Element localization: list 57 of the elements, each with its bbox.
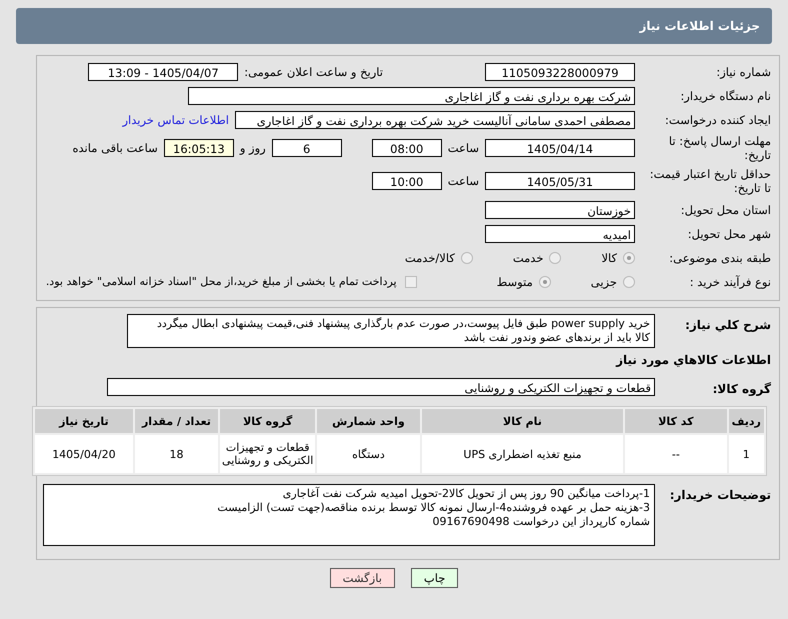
field-label: نوع فرآیند خرید : <box>688 274 771 288</box>
table-cell: منبع تغذیه اضطراری UPS <box>422 435 624 473</box>
field-label: گروه کالا: <box>712 382 771 396</box>
city-field: امیدیه <box>485 224 635 242</box>
deadline-date-field: 1405/04/14 <box>485 139 635 157</box>
need-number-field: 1105093228000979 <box>485 62 635 80</box>
creator-field: مصطفی احمدی سامانی آنالیست خرید شرکت بهره برداری نفت و گاز اغاجاری <box>235 110 635 128</box>
buyer-contact-link[interactable]: اطلاعات تماس خریدار <box>122 112 229 126</box>
column-header: نام کالا <box>422 409 624 433</box>
table-cell: دستگاه <box>317 435 420 473</box>
column-header: کد کالا <box>625 409 727 433</box>
page-title: جزئیات اطلاعات نیاز <box>639 19 760 33</box>
goods-group-field: قطعات و تجهیزات الکتریکی و روشنایی <box>107 378 655 396</box>
column-header: تاریخ نیاز <box>35 409 133 433</box>
buyer-org-field: شرکت بهره برداری نفت و گاز اغاجاری <box>188 86 635 104</box>
table-cell: -- <box>625 435 727 473</box>
print-button[interactable]: چاپ <box>410 568 458 588</box>
category-radio[interactable]: کالا <box>601 250 635 264</box>
field-label: حداقل تاریخ اعتبار قیمت: تا تاریخ: <box>648 167 771 195</box>
deadline-time-field: 08:00 <box>372 139 442 157</box>
field-label: شماره نیاز: <box>715 64 771 78</box>
province-field: خوزستان <box>485 200 635 218</box>
field-label: طبقه بندی موضوعی: <box>668 250 771 264</box>
validity-time-field: 10:00 <box>372 172 442 190</box>
field-label: شهر محل تحویل: <box>686 226 771 240</box>
buyer-notes-field: 1-پرداخت میانگین 90 روز پس از تحویل کالا2-تحویل امیدیه شرکت نفت آغاجاری 3-هزینه حمل بر عهده فروشنده4-ارسال نمونه کالا توسط برنده مناقصه(جهت تست) الزامیست شماره کارپرداز این درخواست 09167690498 <box>43 484 655 546</box>
section-heading: اطلاعات کالاهاي مورد نياز <box>614 353 771 367</box>
field-label: تاریخ و ساعت اعلان عمومی: <box>244 64 383 78</box>
column-header: تعداد / مقدار <box>134 409 218 433</box>
table-cell: 18 <box>134 435 218 473</box>
remaining-time-field: 16:05:13 <box>164 139 234 157</box>
validity-date-field: 1405/05/31 <box>485 172 635 190</box>
remaining-label: ساعت باقی مانده <box>72 141 158 155</box>
field-label: شرح کلي نياز: <box>684 318 771 332</box>
field-label: استان محل تحویل: <box>680 202 771 216</box>
field-label: مهلت ارسال پاسخ: تا تاریخ: <box>668 134 771 162</box>
description-field: خرید power supply طبق فایل پیوست،در صورت عدم بارگذاری پیشنهاد فنی،قیمت پیشنهادی ابطال میگردد کالا باید از برندهای عضو وندور نفت باشد <box>127 314 655 348</box>
column-header: ردیف <box>728 409 764 433</box>
days-label: روز و <box>240 141 266 155</box>
time-label: ساعت <box>448 174 479 188</box>
field-label: ایجاد کننده درخواست: <box>664 112 771 126</box>
category-radio[interactable]: خدمت <box>512 250 562 264</box>
field-label: نام دستگاه خریدار: <box>679 88 771 102</box>
payment-checkbox[interactable]: پرداخت تمام یا بخشی از مبلغ خرید،از محل "اسناد خزانه اسلامی" خواهد بود. <box>46 275 417 288</box>
process-radio[interactable]: متوسط <box>496 274 551 288</box>
field-label: توضیحات خریدار: <box>668 488 771 502</box>
back-button[interactable]: بازگشت <box>330 568 395 588</box>
announce-date-field: 1405/04/07 - 13:09 <box>88 62 238 80</box>
table-cell: 1405/04/20 <box>35 435 133 473</box>
process-radio[interactable]: جزیی <box>590 274 635 288</box>
column-header: واحد شمارش <box>317 409 420 433</box>
days-field: 6 <box>272 139 342 157</box>
category-radio[interactable]: کالا/خدمت <box>404 250 473 264</box>
time-label: ساعت <box>448 141 479 155</box>
column-header: گروه کالا <box>220 409 316 433</box>
table-cell: قطعات و تجهیزات الکتریکی و روشنایی <box>220 435 316 473</box>
table-cell: 1 <box>728 435 764 473</box>
